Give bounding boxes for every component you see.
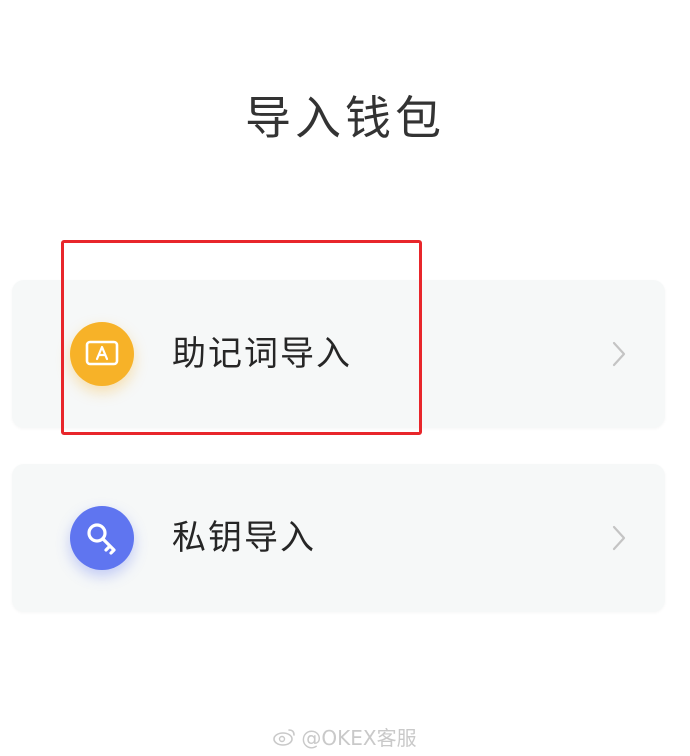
chevron-right-icon <box>611 340 627 372</box>
watermark: @OKEX客服 <box>0 726 690 752</box>
private-key-import-label: 私钥导入 <box>172 518 316 558</box>
watermark-text: @OKEX客服 <box>301 726 417 750</box>
chevron-right-icon <box>611 524 627 556</box>
highlight-box <box>61 240 422 435</box>
page-title: 导入钱包 <box>245 91 445 145</box>
weibo-icon <box>273 727 297 752</box>
key-icon <box>70 506 134 570</box>
private-key-import-option[interactable]: 私钥导入 <box>12 464 665 612</box>
